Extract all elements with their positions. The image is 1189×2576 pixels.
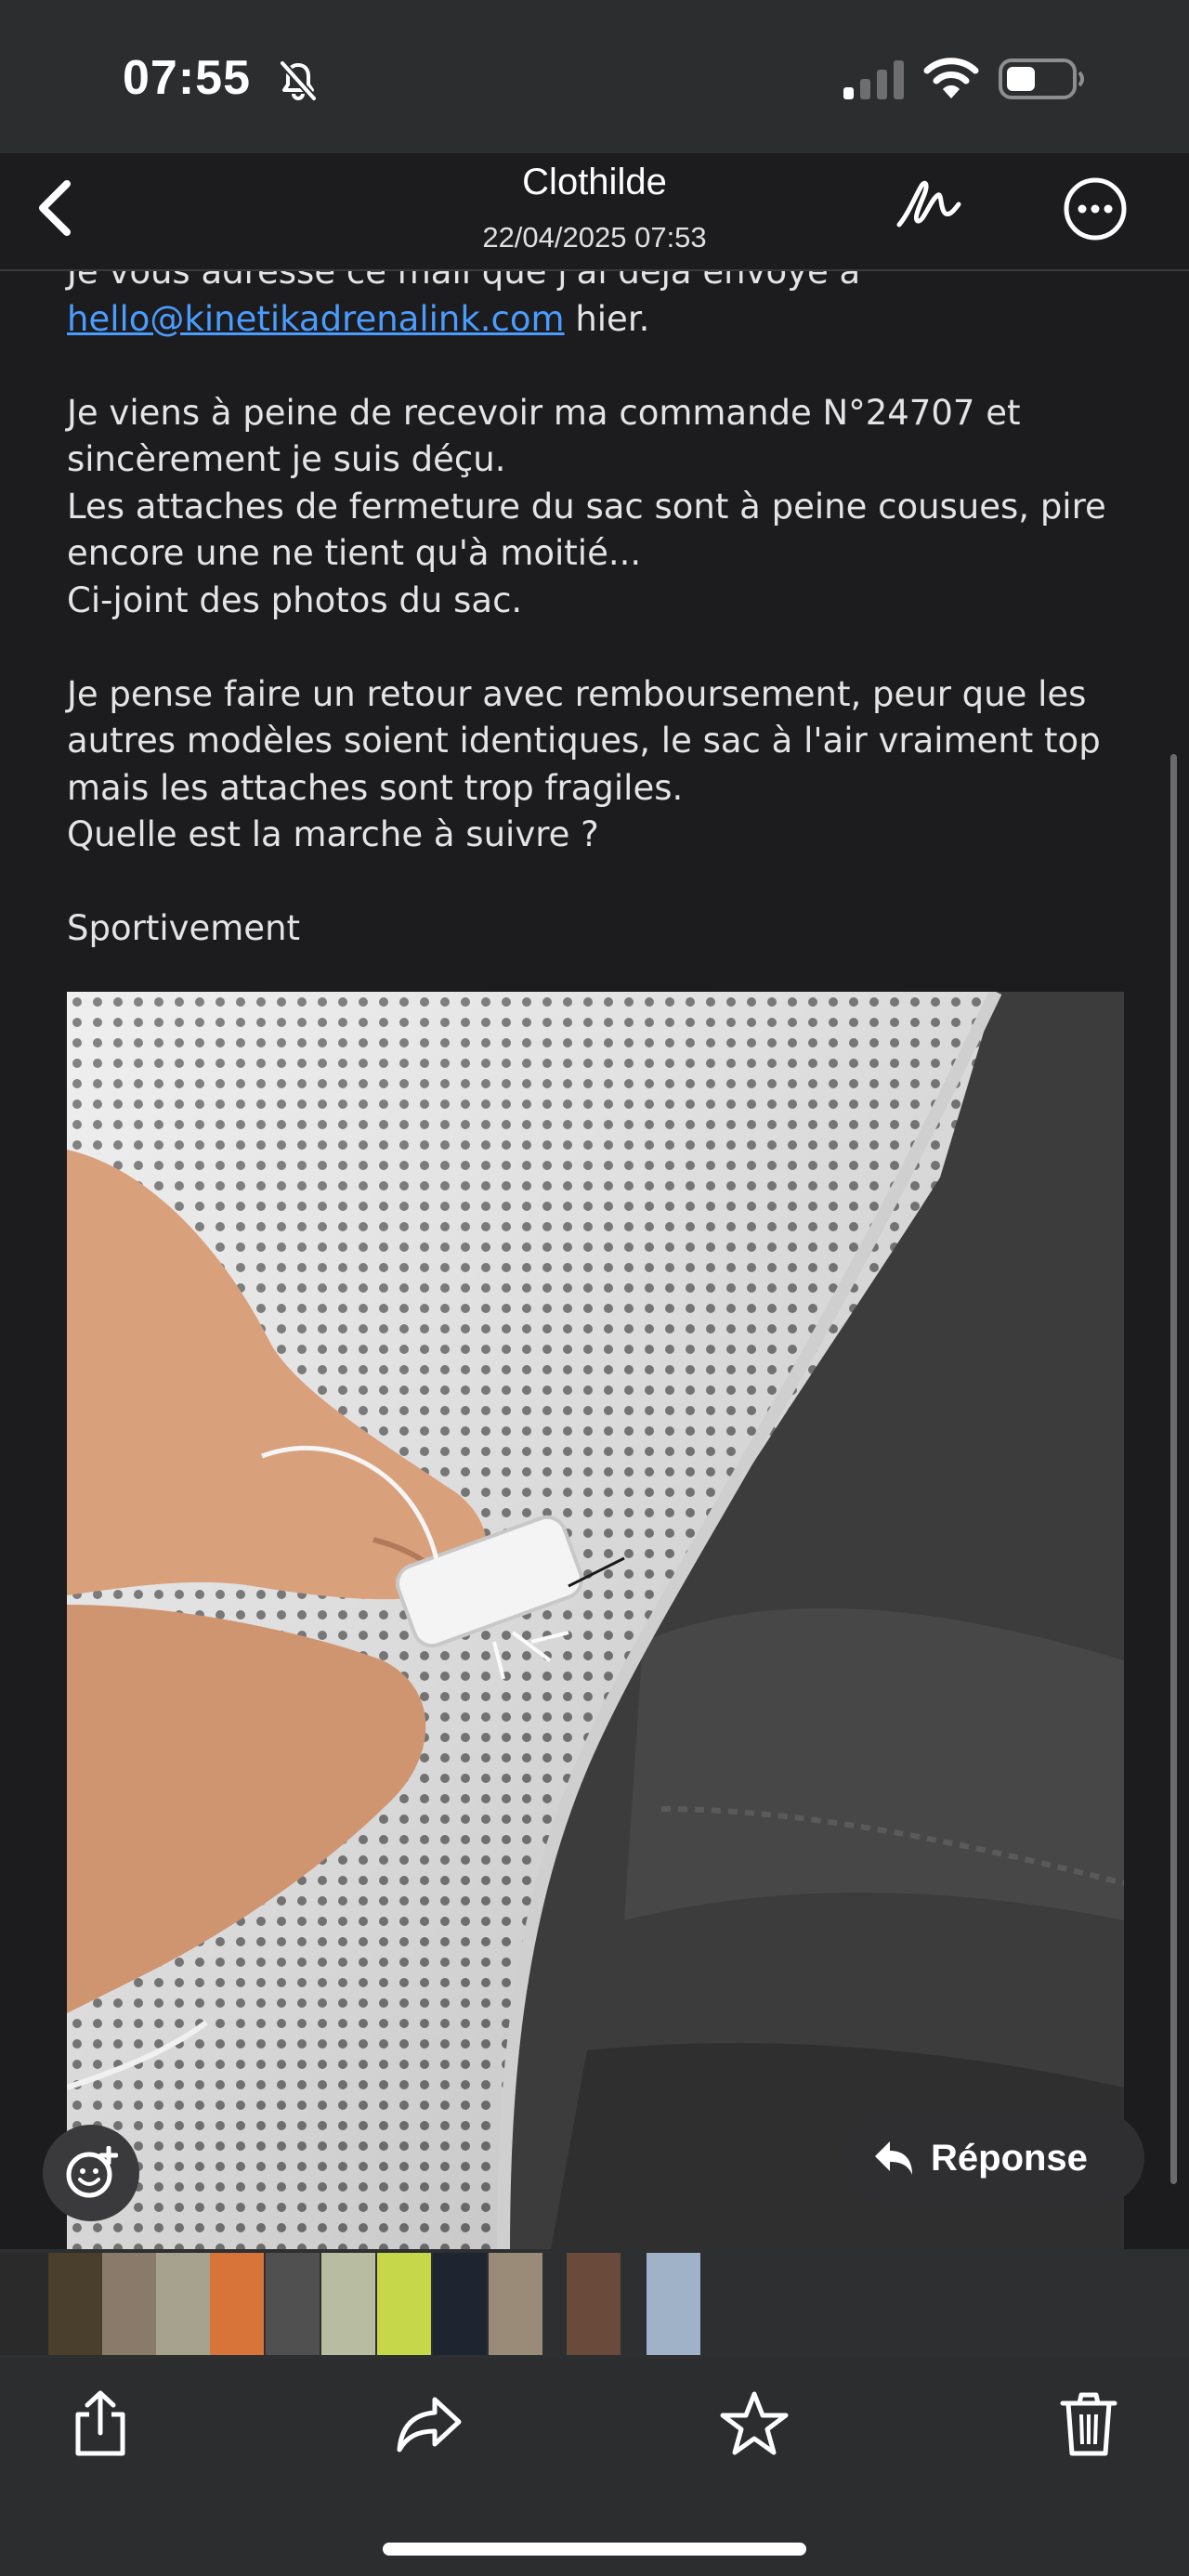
thumbnail-strip bbox=[0, 2249, 1189, 2359]
message-paragraph-1: Je viens à peine de recevoir ma commande… bbox=[67, 392, 1106, 620]
forward-button[interactable] bbox=[392, 2387, 466, 2461]
link-suffix: hier. bbox=[564, 298, 650, 339]
home-indicator bbox=[383, 2543, 806, 2556]
bottom-toolbar bbox=[0, 2359, 1189, 2576]
favorite-button[interactable] bbox=[717, 2387, 791, 2461]
share-button[interactable] bbox=[63, 2387, 137, 2461]
message-intro: Je vous adresse ce mail que j'ai déjà en… bbox=[67, 271, 861, 292]
thumbnail[interactable] bbox=[156, 2253, 210, 2355]
trash-icon bbox=[1060, 2392, 1117, 2456]
status-bar: 07:55 bbox=[0, 0, 1189, 153]
message-date: 22/04/2025 07:53 bbox=[482, 221, 707, 254]
emoji-add-icon bbox=[66, 2146, 118, 2198]
thumbnail[interactable] bbox=[433, 2253, 487, 2355]
bell-slash-icon bbox=[280, 60, 317, 101]
sender-name: Clothilde bbox=[522, 162, 667, 202]
emoji-reaction-button[interactable] bbox=[43, 2125, 139, 2221]
thumbnail[interactable] bbox=[48, 2253, 102, 2355]
scrollbar[interactable] bbox=[1170, 754, 1177, 2184]
thumbnail[interactable] bbox=[647, 2253, 700, 2355]
cellular-signal-icon bbox=[843, 60, 904, 99]
message-text: Je vous adresse ce mail que j'ai déjà en… bbox=[67, 271, 1135, 953]
wifi-icon bbox=[923, 58, 979, 98]
more-icon[interactable] bbox=[1063, 176, 1128, 241]
thumbnail[interactable] bbox=[567, 2253, 621, 2355]
thumbnail[interactable] bbox=[210, 2253, 264, 2355]
thumbnail[interactable] bbox=[489, 2253, 542, 2355]
reply-button[interactable]: Réponse bbox=[842, 2112, 1144, 2205]
star-icon bbox=[720, 2391, 789, 2455]
attached-photo[interactable] bbox=[67, 992, 1124, 2255]
delete-button[interactable] bbox=[1052, 2387, 1126, 2461]
thumbnail[interactable] bbox=[266, 2253, 320, 2355]
thumbnail[interactable] bbox=[102, 2253, 156, 2355]
message-paragraph-2: Je pense faire un retour avec remboursem… bbox=[67, 673, 1101, 855]
signature-icon[interactable] bbox=[894, 176, 964, 238]
back-chevron-icon[interactable] bbox=[28, 175, 80, 241]
reply-label: Réponse bbox=[931, 2137, 1088, 2179]
thumbnail[interactable] bbox=[377, 2253, 431, 2355]
thumbnail[interactable] bbox=[321, 2253, 375, 2355]
message-closing: Sportivement bbox=[67, 908, 301, 948]
battery-icon bbox=[999, 59, 1084, 99]
thumbnail[interactable] bbox=[0, 2253, 54, 2355]
share-icon bbox=[75, 2390, 125, 2456]
reply-arrow-icon bbox=[875, 2141, 912, 2175]
status-time: 07:55 bbox=[123, 51, 251, 105]
email-link[interactable]: hello@kinetikadrenalink.com bbox=[67, 299, 565, 339]
forward-icon bbox=[397, 2397, 462, 2452]
